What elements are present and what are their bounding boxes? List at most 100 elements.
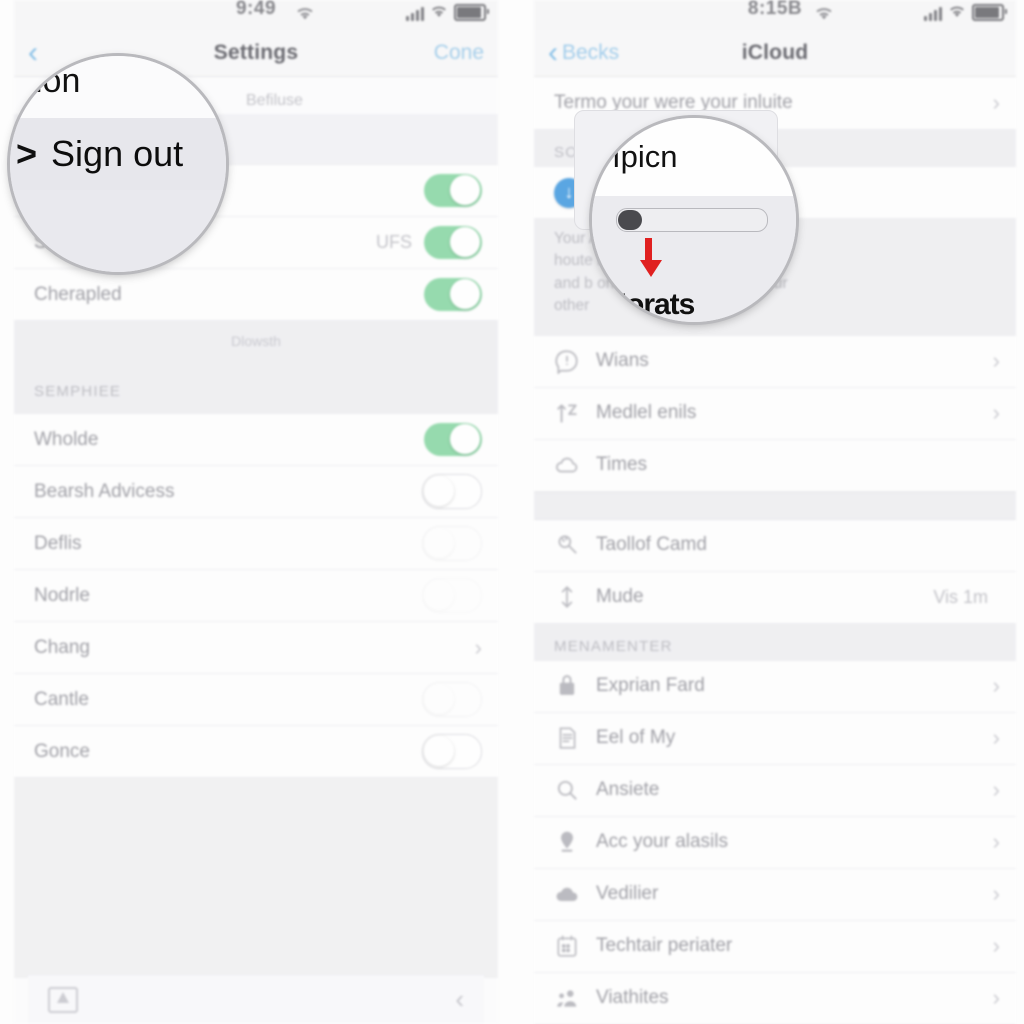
left-status-bar: 9:49 — [14, 0, 498, 30]
cellular-bars-icon — [406, 7, 424, 21]
row-label: Mude — [596, 586, 644, 608]
cellular-bars-icon — [924, 7, 942, 21]
row-label: Gonce — [34, 740, 90, 762]
row-label: Taollof Camd — [596, 534, 707, 556]
chevron-right-icon: › — [992, 829, 1000, 855]
cloud-icon — [554, 452, 588, 478]
tutorial-screenshot-pair: 9:49 ‹ Settings Cone sion Befiluse — [0, 0, 1024, 1024]
chevron-right-icon: › — [992, 673, 1000, 699]
page-title: Settings — [213, 41, 299, 64]
magnifier-highlight-row[interactable]: > Sign out — [10, 118, 226, 191]
row-toggle[interactable] — [424, 423, 482, 456]
left-section-header: SEMPHIEE — [34, 383, 122, 400]
magnifier-top-text: sion — [18, 62, 81, 100]
chevron-left-icon: ‹ — [548, 36, 558, 69]
row-toggle[interactable] — [422, 734, 482, 769]
table-row[interactable]: Techtair periater › — [534, 920, 1016, 973]
photo-icon[interactable] — [48, 986, 78, 1013]
status-indicators — [924, 3, 1007, 21]
table-row[interactable]: Vedilier › — [534, 868, 1016, 921]
row-value: Vis 1m — [933, 586, 988, 607]
magnifier-bottom-area: Morats — [592, 196, 796, 322]
location-pin-icon — [554, 829, 588, 855]
search-icon — [554, 777, 588, 803]
document-icon — [554, 725, 588, 751]
magnifier-bottom-area — [10, 190, 226, 272]
nav-action-button[interactable]: Cone — [434, 41, 484, 65]
table-row[interactable]: Deflis — [14, 518, 498, 570]
status-indicators — [406, 3, 489, 21]
row-label: Deflis — [34, 532, 82, 554]
row-label: Chang — [34, 636, 90, 658]
left-bottom-toolbar: ‹ — [28, 974, 484, 1024]
chevron-right-icon: › — [992, 881, 1000, 907]
page-title: iCloud — [741, 41, 809, 64]
magnifier-hand-icon — [554, 532, 588, 558]
row-label: Acc your alasils — [596, 831, 728, 853]
status-time: 9:49 — [235, 0, 277, 19]
row-label: Ansiete — [596, 779, 660, 801]
right-nav-bar: ‹ Becks iCloud — [534, 30, 1016, 77]
row-label: Times — [596, 454, 648, 476]
row-toggle[interactable] — [422, 682, 482, 717]
right-status-bar: 8:15B — [534, 0, 1016, 30]
table-row[interactable]: Acc your alasils › — [534, 816, 1016, 869]
row-toggle[interactable] — [424, 174, 482, 207]
battery-icon — [454, 4, 489, 21]
row-toggle[interactable] — [422, 474, 482, 509]
nav-back-label: Becks — [562, 41, 620, 64]
row-toggle[interactable] — [424, 226, 482, 259]
status-time: 8:15B — [747, 0, 803, 19]
row-label: Wholde — [34, 428, 99, 450]
row-toggle[interactable] — [422, 578, 482, 613]
chevron-right-icon: › — [992, 777, 1000, 803]
sign-out-label: Sign out — [51, 133, 184, 174]
table-row[interactable]: Viathites › — [534, 972, 1016, 1024]
table-row[interactable]: Eel of My › — [534, 712, 1016, 765]
table-row[interactable]: Wholde — [14, 414, 498, 466]
table-row[interactable]: Exprian Fard › — [534, 660, 1016, 713]
nav-back-button[interactable]: ‹ Becks — [534, 38, 619, 68]
chevron-right-icon: › — [992, 90, 1000, 115]
row-label: Medlel enils — [596, 402, 697, 424]
magnifier-top-row: sion — [10, 56, 226, 118]
table-row[interactable]: Cherapled — [14, 269, 498, 321]
chevron-right-icon: › — [992, 933, 1000, 959]
slider-control[interactable] — [616, 208, 768, 232]
table-row[interactable]: Nodrle — [14, 570, 498, 622]
table-row[interactable]: Ansiete › — [534, 764, 1016, 817]
row-label: Eel of My — [596, 727, 676, 749]
red-down-arrow-icon — [640, 238, 662, 277]
calendar-icon — [554, 933, 588, 959]
left-phone-screen: 9:49 ‹ Settings Cone sion Befiluse — [0, 0, 512, 1024]
lock-icon — [554, 673, 588, 699]
magnifier-top-row: Ipicn — [592, 118, 796, 196]
wifi-icon — [295, 4, 315, 24]
table-row[interactable]: Gonce — [14, 726, 498, 778]
row-value: UFS — [376, 232, 412, 252]
magnifier-callout-sign-out: sion > Sign out — [10, 56, 226, 272]
row-label: Viathites — [596, 987, 669, 1009]
magnifier-caption: Morats — [602, 288, 695, 321]
wifi-icon — [432, 6, 446, 17]
row-toggle[interactable] — [422, 526, 482, 561]
table-row[interactable]: Cantle — [14, 674, 498, 726]
table-row[interactable]: Wians › — [534, 335, 1016, 388]
table-row[interactable]: Chang › — [14, 622, 498, 674]
battery-icon — [972, 4, 1007, 21]
chevron-right-icon: › — [992, 985, 1000, 1011]
clock-bubble-icon — [554, 348, 588, 375]
table-row[interactable]: Times — [534, 439, 1016, 492]
chevron-right-glyph-icon: > — [16, 133, 38, 174]
row-label: Nodrle — [34, 584, 90, 606]
wifi-icon — [814, 4, 834, 24]
table-row[interactable]: Medlel enils › — [534, 387, 1016, 440]
section-spacer — [534, 491, 1016, 520]
row-label: Techtair periater — [596, 935, 733, 957]
table-row[interactable]: Mude Vis 1m — [534, 571, 1016, 624]
table-row[interactable]: Taollof Camd — [534, 519, 1016, 572]
chevron-left-icon[interactable]: ‹ — [455, 984, 464, 1015]
people-group-icon — [554, 985, 588, 1011]
row-toggle[interactable] — [424, 278, 482, 311]
table-row[interactable]: Bearsh Advicess — [14, 466, 498, 518]
